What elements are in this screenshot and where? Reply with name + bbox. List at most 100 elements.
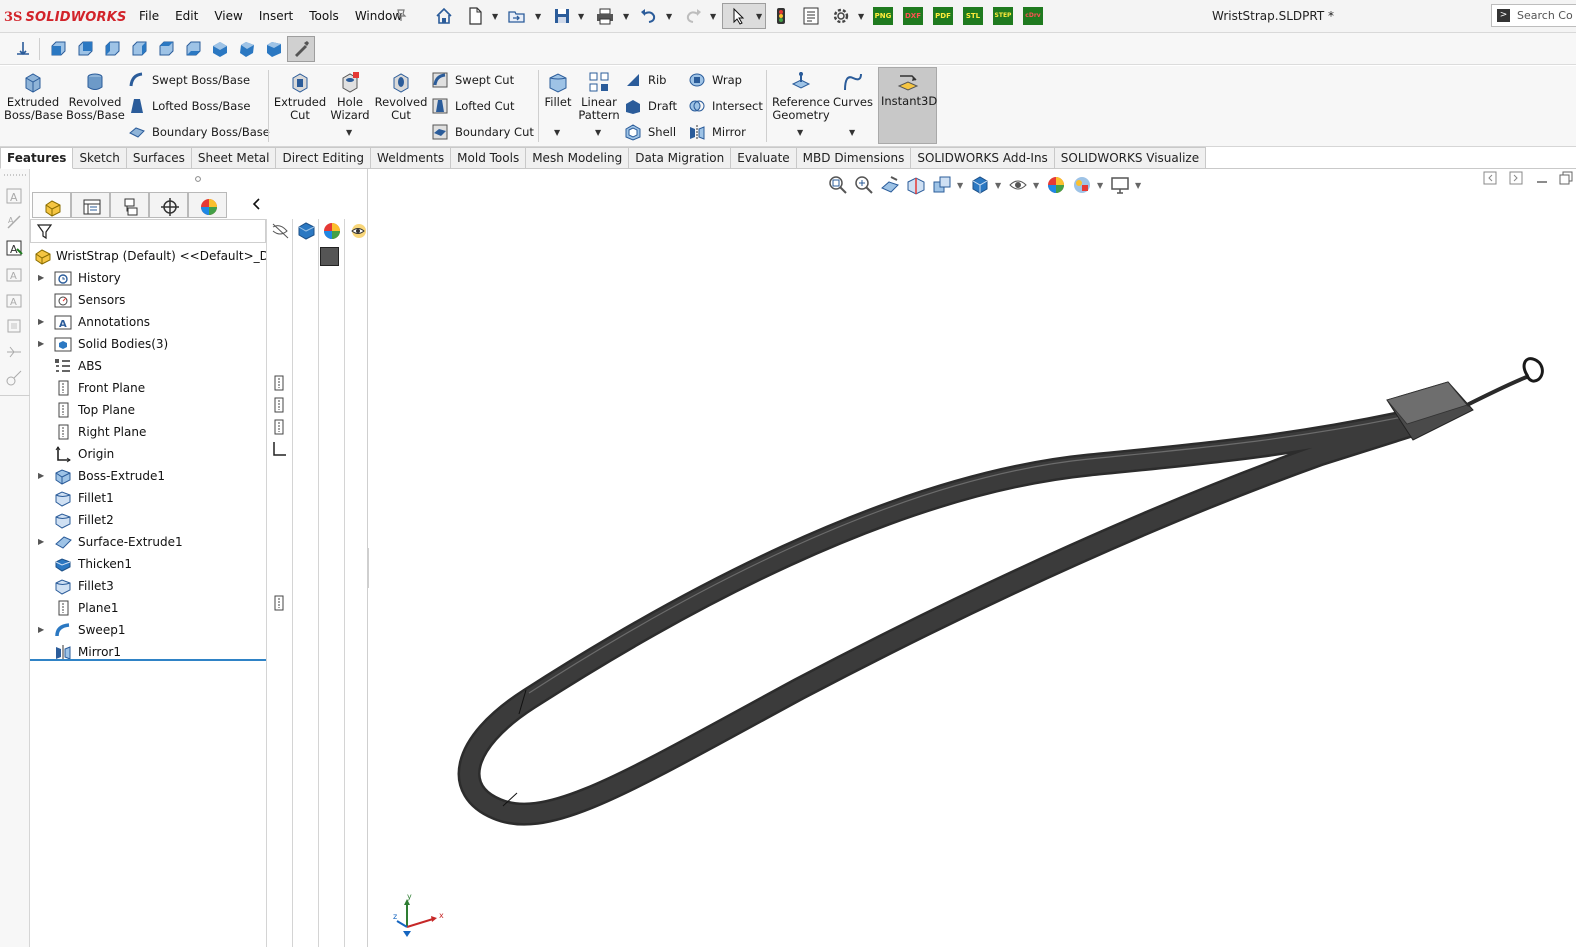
expand-arrow-icon[interactable]: ▶ bbox=[38, 531, 44, 553]
text-annotation-icon[interactable]: A bbox=[5, 187, 23, 205]
tab-surfaces[interactable]: Surfaces bbox=[126, 147, 192, 169]
export-step-icon[interactable]: STEP bbox=[993, 7, 1013, 25]
tab-sketch[interactable]: Sketch bbox=[73, 147, 127, 169]
menu-edit[interactable]: Edit bbox=[167, 9, 206, 23]
tree-item-front-plane[interactable]: Front Plane bbox=[30, 377, 266, 399]
front-view-icon[interactable] bbox=[49, 40, 67, 58]
options-dropdown-icon[interactable]: ▼ bbox=[858, 12, 864, 21]
origin-visibility-icon[interactable] bbox=[271, 441, 287, 457]
tab-direct-editing[interactable]: Direct Editing bbox=[276, 147, 372, 169]
file-properties-icon[interactable] bbox=[801, 6, 821, 26]
propertymanager-tab[interactable] bbox=[71, 192, 110, 218]
hide-show-header-icon[interactable] bbox=[268, 219, 293, 243]
linear-pattern-button[interactable]: Linear Pattern bbox=[578, 70, 620, 122]
expand-arrow-icon[interactable]: ▶ bbox=[38, 333, 44, 355]
bottom-view-icon[interactable] bbox=[184, 40, 202, 58]
export-stl-icon[interactable]: STL bbox=[963, 7, 983, 25]
featuremanager-tab[interactable] bbox=[32, 192, 71, 218]
revolved-boss-base-button[interactable]: Revolved Boss/Base bbox=[66, 70, 125, 122]
graphics-area[interactable]: ▼ ▼ ▼ ▼ ▼ y x z bbox=[369, 169, 1576, 947]
mirror-button[interactable]: Mirror bbox=[688, 122, 746, 142]
draft-button[interactable]: Draft bbox=[624, 96, 677, 116]
shell-button[interactable]: Shell bbox=[624, 122, 676, 142]
weld-symbol-icon[interactable] bbox=[5, 343, 23, 361]
tree-item-boss-extrude1[interactable]: ▶ Boss-Extrude1 bbox=[30, 465, 266, 487]
new-document-icon[interactable] bbox=[465, 6, 485, 26]
swept-boss-base-button[interactable]: Swept Boss/Base bbox=[128, 70, 250, 90]
left-view-icon[interactable] bbox=[103, 40, 121, 58]
tree-item-sensors[interactable]: Sensors bbox=[30, 289, 266, 311]
undo-dropdown-icon[interactable]: ▼ bbox=[666, 12, 672, 21]
hole-wizard-button[interactable]: Hole Wizard bbox=[328, 70, 372, 122]
tree-item-solid-bodies[interactable]: ▶ Solid Bodies(3) bbox=[30, 333, 266, 355]
smart-dimension-icon[interactable]: A bbox=[5, 213, 23, 231]
surface-finish-icon[interactable]: A bbox=[5, 265, 23, 283]
tree-item-fillet3[interactable]: Fillet3 bbox=[30, 575, 266, 597]
extruded-cut-button[interactable]: Extruded Cut bbox=[272, 70, 328, 122]
task-strip-grip-icon[interactable] bbox=[2, 171, 28, 179]
tree-filter-field[interactable] bbox=[30, 219, 266, 243]
tab-weldments[interactable]: Weldments bbox=[371, 147, 452, 169]
tree-item-fillet2[interactable]: Fillet2 bbox=[30, 509, 266, 531]
menu-view[interactable]: View bbox=[206, 9, 250, 23]
display-mode-header-icon[interactable] bbox=[294, 219, 319, 243]
tab-evaluate[interactable]: Evaluate bbox=[731, 147, 797, 169]
curves-button[interactable]: Curves bbox=[832, 70, 874, 109]
right-view-icon[interactable] bbox=[130, 40, 148, 58]
expand-arrow-icon[interactable]: ▶ bbox=[38, 311, 44, 333]
isometric-view-icon[interactable] bbox=[211, 40, 229, 58]
open-dropdown-icon[interactable]: ▼ bbox=[535, 12, 541, 21]
redo-dropdown-icon[interactable]: ▼ bbox=[710, 12, 716, 21]
fillet-dropdown-icon[interactable]: ▼ bbox=[554, 128, 560, 137]
export-png-icon[interactable]: PNG bbox=[873, 7, 893, 25]
note-icon[interactable]: A bbox=[5, 239, 23, 257]
transparency-header-icon[interactable] bbox=[346, 219, 371, 243]
reference-geometry-dropdown-icon[interactable]: ▼ bbox=[797, 128, 803, 137]
tree-item-origin[interactable]: Origin bbox=[30, 443, 266, 465]
reference-geometry-button[interactable]: Reference Geometry bbox=[772, 70, 830, 122]
extruded-boss-base-button[interactable]: Extruded Boss/Base bbox=[4, 70, 63, 122]
tree-item-right-plane[interactable]: Right Plane bbox=[30, 421, 266, 443]
tree-item-material[interactable]: ABS bbox=[30, 355, 266, 377]
expand-arrow-icon[interactable]: ▶ bbox=[38, 619, 44, 641]
normal-to-icon[interactable] bbox=[14, 40, 32, 58]
boundary-cut-button[interactable]: Boundary Cut bbox=[431, 122, 534, 142]
rebuild-icon[interactable] bbox=[771, 6, 791, 26]
dimetric-view-icon[interactable] bbox=[265, 40, 283, 58]
boundary-boss-base-button[interactable]: Boundary Boss/Base bbox=[128, 122, 270, 142]
tree-root-part[interactable]: WristStrap (Default) <<Default>_Display bbox=[30, 245, 266, 267]
revolved-cut-button[interactable]: Revolved Cut bbox=[374, 70, 428, 122]
view-palette-icon[interactable] bbox=[5, 317, 23, 335]
export-cdrv-icon[interactable]: cDrv bbox=[1023, 7, 1043, 25]
select-button[interactable]: ▼ bbox=[722, 3, 766, 29]
tab-mbd-dimensions[interactable]: MBD Dimensions bbox=[796, 147, 912, 169]
lofted-cut-button[interactable]: Lofted Cut bbox=[431, 96, 514, 116]
tree-item-history[interactable]: ▶ History bbox=[30, 267, 266, 289]
tab-features[interactable]: Features bbox=[0, 147, 74, 169]
fillet-button[interactable]: Fillet bbox=[542, 70, 574, 109]
print-icon[interactable] bbox=[595, 6, 615, 26]
select-dropdown-icon[interactable]: ▼ bbox=[756, 12, 762, 21]
undo-icon[interactable] bbox=[639, 6, 659, 26]
tree-item-surface-extrude1[interactable]: ▶ Surface-Extrude1 bbox=[30, 531, 266, 553]
wrap-button[interactable]: Wrap bbox=[688, 70, 742, 90]
tree-item-sweep1[interactable]: ▶ Sweep1 bbox=[30, 619, 266, 641]
home-icon[interactable] bbox=[434, 6, 454, 26]
export-pdf-icon[interactable]: PDF bbox=[933, 7, 953, 25]
save-icon[interactable] bbox=[552, 6, 572, 26]
save-dropdown-icon[interactable]: ▼ bbox=[578, 12, 584, 21]
expand-arrow-icon[interactable]: ▶ bbox=[38, 465, 44, 487]
dimxpertmanager-tab[interactable] bbox=[149, 192, 188, 218]
tree-item-thicken1[interactable]: Thicken1 bbox=[30, 553, 266, 575]
tab-mold-tools[interactable]: Mold Tools bbox=[451, 147, 527, 169]
tree-item-annotations[interactable]: ▶ A Annotations bbox=[30, 311, 266, 333]
hole-wizard-dropdown-icon[interactable]: ▼ bbox=[346, 128, 352, 137]
instant3d-button[interactable]: Instant3D bbox=[878, 67, 937, 144]
front-plane-visibility-icon[interactable] bbox=[271, 375, 287, 391]
pin-menu-icon[interactable] bbox=[394, 8, 408, 22]
tab-sheet-metal[interactable]: Sheet Metal bbox=[191, 147, 277, 169]
hole-callout-icon[interactable] bbox=[5, 369, 23, 387]
datum-icon[interactable]: A bbox=[5, 291, 23, 309]
tree-item-fillet1[interactable]: Fillet1 bbox=[30, 487, 266, 509]
export-dxf-icon[interactable]: DXF bbox=[903, 7, 923, 25]
